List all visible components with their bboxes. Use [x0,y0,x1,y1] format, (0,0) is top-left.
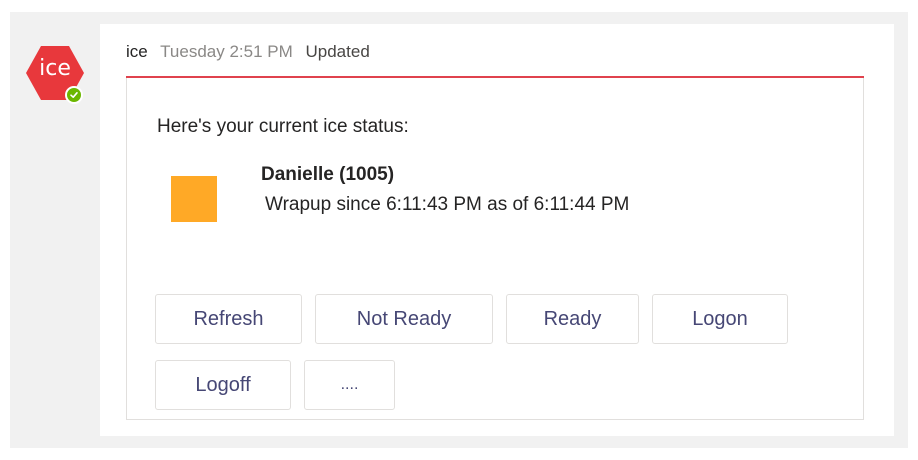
sender-name: ice [126,42,148,61]
not-ready-button[interactable]: Not Ready [315,294,493,344]
message-updated-label: Updated [305,42,370,61]
agent-status-text: Wrapup since 6:11:43 PM as of 6:11:44 PM [265,194,630,215]
more-actions-button[interactable]: .... [304,360,395,410]
ready-button[interactable]: Ready [506,294,639,344]
avatar-label: ice [39,56,71,81]
agent-name: Danielle (1005) [261,164,395,185]
logon-button[interactable]: Logon [652,294,788,344]
presence-available-icon [65,86,83,104]
card-intro-text: Here's your current ice status: [157,116,409,137]
status-color-indicator [171,176,217,222]
message-timestamp: Tuesday 2:51 PM [160,42,293,61]
bot-avatar[interactable]: ice [24,42,86,104]
refresh-button[interactable]: Refresh [155,294,302,344]
chat-message: ice Tuesday 2:51 PM Updated Here's your … [100,24,894,436]
logoff-button[interactable]: Logoff [155,360,291,410]
status-card: Here's your current ice status: Danielle… [126,78,864,420]
message-header: ice Tuesday 2:51 PM Updated [126,42,370,62]
